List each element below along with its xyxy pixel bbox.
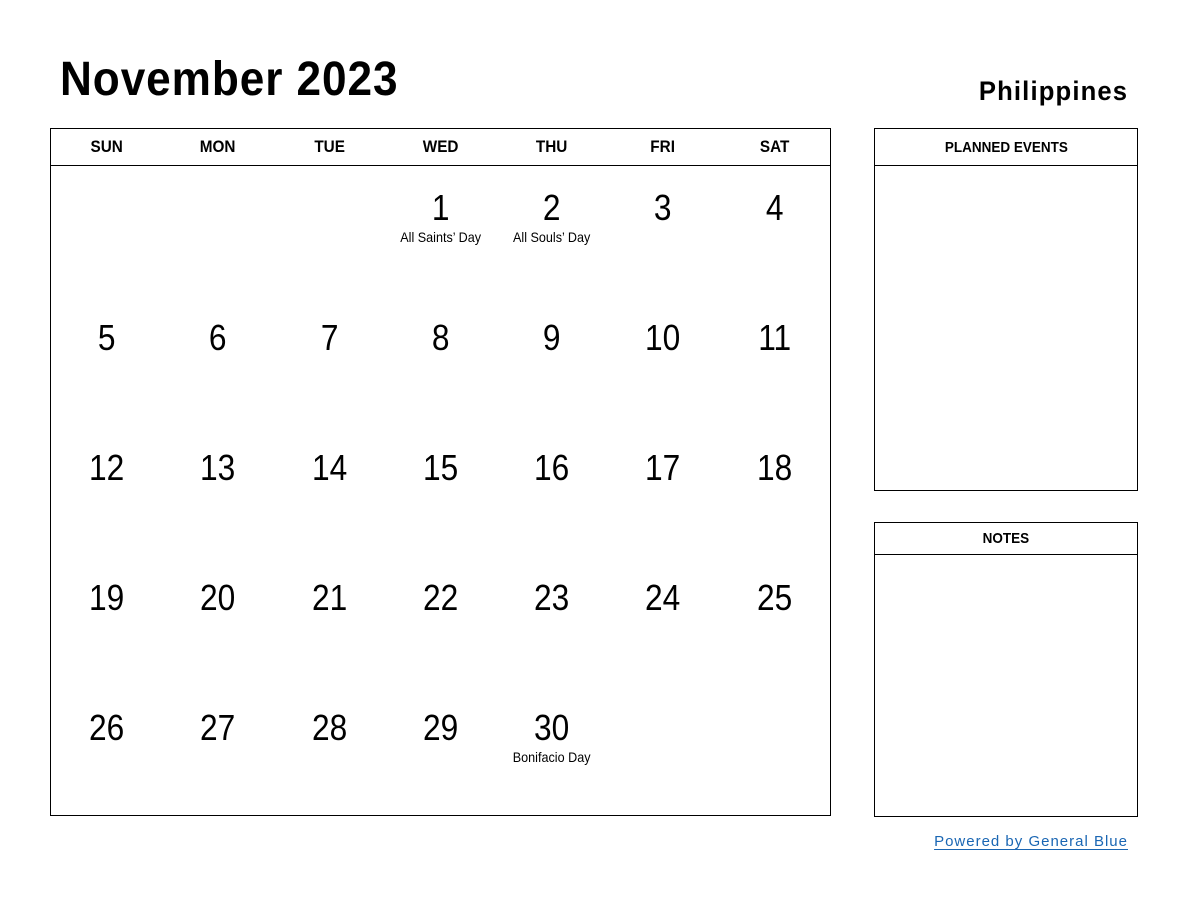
day-cell[interactable]: 16 [496,426,607,556]
day-number: 4 [765,187,784,228]
day-number: 13 [200,447,236,488]
day-cell[interactable]: 2 All Souls’ Day [496,166,607,296]
weekday-fri: FRI [650,137,676,156]
day-number: 17 [645,447,681,488]
day-number: 7 [320,317,339,358]
day-cell[interactable]: 14 [274,426,385,556]
page-title: November 2023 [60,53,399,106]
empty-day-cell [719,686,830,816]
day-cell[interactable]: 30 Bonifacio Day [496,686,607,816]
day-number: 12 [89,447,125,488]
day-cell[interactable]: 10 [607,296,718,426]
day-cell[interactable]: 8 [385,296,496,426]
country-label: Philippines [978,76,1128,106]
holiday-label: All Souls’ Day [513,229,591,245]
day-cell[interactable]: 26 [51,686,162,816]
day-number: 27 [200,707,236,748]
week-row: 26 27 28 29 30 Bonifacio Day [51,686,830,816]
day-cell[interactable]: 17 [607,426,718,556]
day-cell[interactable]: 25 [719,556,830,686]
day-number: 8 [431,317,450,358]
notes-panel: NOTES [874,522,1138,817]
weekday-header-row: SUN MON TUE WED THU FRI SAT [51,129,830,166]
day-number: 21 [311,577,347,618]
holiday-label: All Saints’ Day [400,229,481,245]
weekday-wed: WED [422,137,459,156]
day-cell[interactable]: 21 [274,556,385,686]
day-cell[interactable]: 11 [719,296,830,426]
day-cell[interactable]: 22 [385,556,496,686]
day-number: 11 [757,317,791,358]
day-cell[interactable]: 19 [51,556,162,686]
day-number: 16 [534,447,570,488]
day-cell[interactable]: 28 [274,686,385,816]
day-cell[interactable]: 7 [274,296,385,426]
day-number: 20 [200,577,236,618]
notes-area[interactable] [875,555,1137,815]
holiday-label: Bonifacio Day [512,749,591,765]
day-cell[interactable]: 6 [162,296,273,426]
day-cell[interactable]: 5 [51,296,162,426]
weeks-container: 1 All Saints’ Day 2 All Souls’ Day 3 4 5 6 7 8 9 10… [51,166,830,816]
empty-day-cell [51,166,162,296]
week-row: 12 13 14 15 16 17 18 [51,426,830,556]
weekday-sat: SAT [759,137,790,156]
empty-day-cell [274,166,385,296]
planned-events-header: PLANNED EVENTS [875,129,1137,166]
planned-events-label: PLANNED EVENTS [944,138,1068,156]
empty-day-cell [162,166,273,296]
notes-header: NOTES [875,523,1137,555]
weekday-tue: TUE [313,137,345,156]
day-cell[interactable]: 27 [162,686,273,816]
day-number: 10 [645,317,681,358]
day-number: 28 [311,707,347,748]
week-row: 19 20 21 22 23 24 25 [51,556,830,686]
day-number: 23 [534,577,570,618]
day-number: 5 [97,317,116,358]
day-cell[interactable]: 13 [162,426,273,556]
day-number: 24 [645,577,681,618]
day-cell[interactable]: 1 All Saints’ Day [385,166,496,296]
day-number: 1 [431,187,450,228]
day-cell[interactable]: 9 [496,296,607,426]
day-cell[interactable]: 3 [607,166,718,296]
day-number: 6 [209,317,227,358]
day-cell[interactable]: 12 [51,426,162,556]
day-number: 25 [756,577,792,618]
day-number: 2 [542,187,561,228]
day-number: 3 [654,187,672,228]
planned-events-area[interactable] [875,166,1137,489]
day-cell[interactable]: 24 [607,556,718,686]
day-cell[interactable]: 23 [496,556,607,686]
day-number: 26 [89,707,125,748]
day-number: 9 [542,317,561,358]
day-cell[interactable]: 15 [385,426,496,556]
day-number: 15 [422,447,459,488]
day-cell[interactable]: 4 [719,166,830,296]
powered-by-link[interactable]: Powered by General Blue [934,833,1128,850]
day-number: 18 [756,447,792,488]
calendar-grid: SUN MON TUE WED THU FRI SAT 1 All Saints’… [50,128,831,816]
day-number: 29 [422,707,459,748]
day-number: 19 [89,577,125,618]
day-cell[interactable]: 20 [162,556,273,686]
day-cell[interactable]: 18 [719,426,830,556]
empty-day-cell [607,686,718,816]
planned-events-panel: PLANNED EVENTS [874,128,1138,491]
day-number: 30 [534,707,570,748]
week-row: 5 6 7 8 9 10 11 [51,296,830,426]
day-number: 14 [311,447,347,488]
day-cell[interactable]: 29 [385,686,496,816]
weekday-mon: MON [200,137,236,156]
notes-label: NOTES [982,530,1030,547]
day-number: 22 [422,577,459,618]
week-row: 1 All Saints’ Day 2 All Souls’ Day 3 4 [51,166,830,296]
weekday-sun: SUN [90,137,123,156]
weekday-thu: THU [536,137,568,156]
